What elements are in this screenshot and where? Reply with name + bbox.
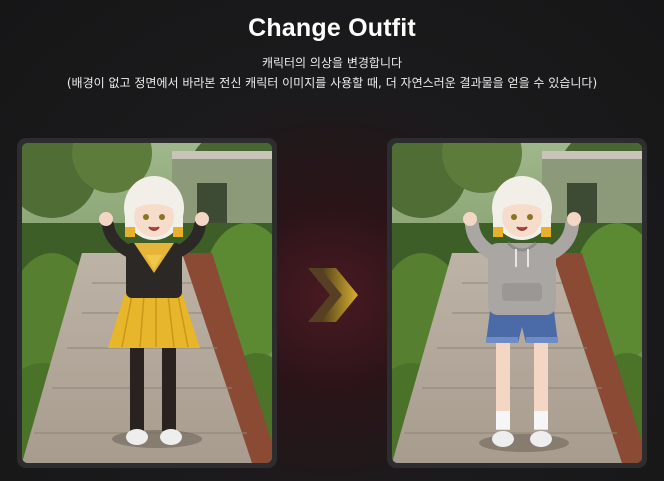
description-line-2: (배경이 없고 정면에서 바라본 전신 캐릭터 이미지를 사용할 때, 더 자연… — [66, 76, 598, 90]
description-line-1: 캐릭터의 의상을 변경합니다 — [261, 56, 403, 70]
double-chevron-right-icon — [308, 268, 358, 322]
after-character-image — [392, 143, 642, 463]
after-image-card — [387, 138, 647, 468]
page-title: Change Outfit — [248, 14, 416, 42]
before-character-image — [22, 143, 272, 463]
before-image-card — [17, 138, 277, 468]
